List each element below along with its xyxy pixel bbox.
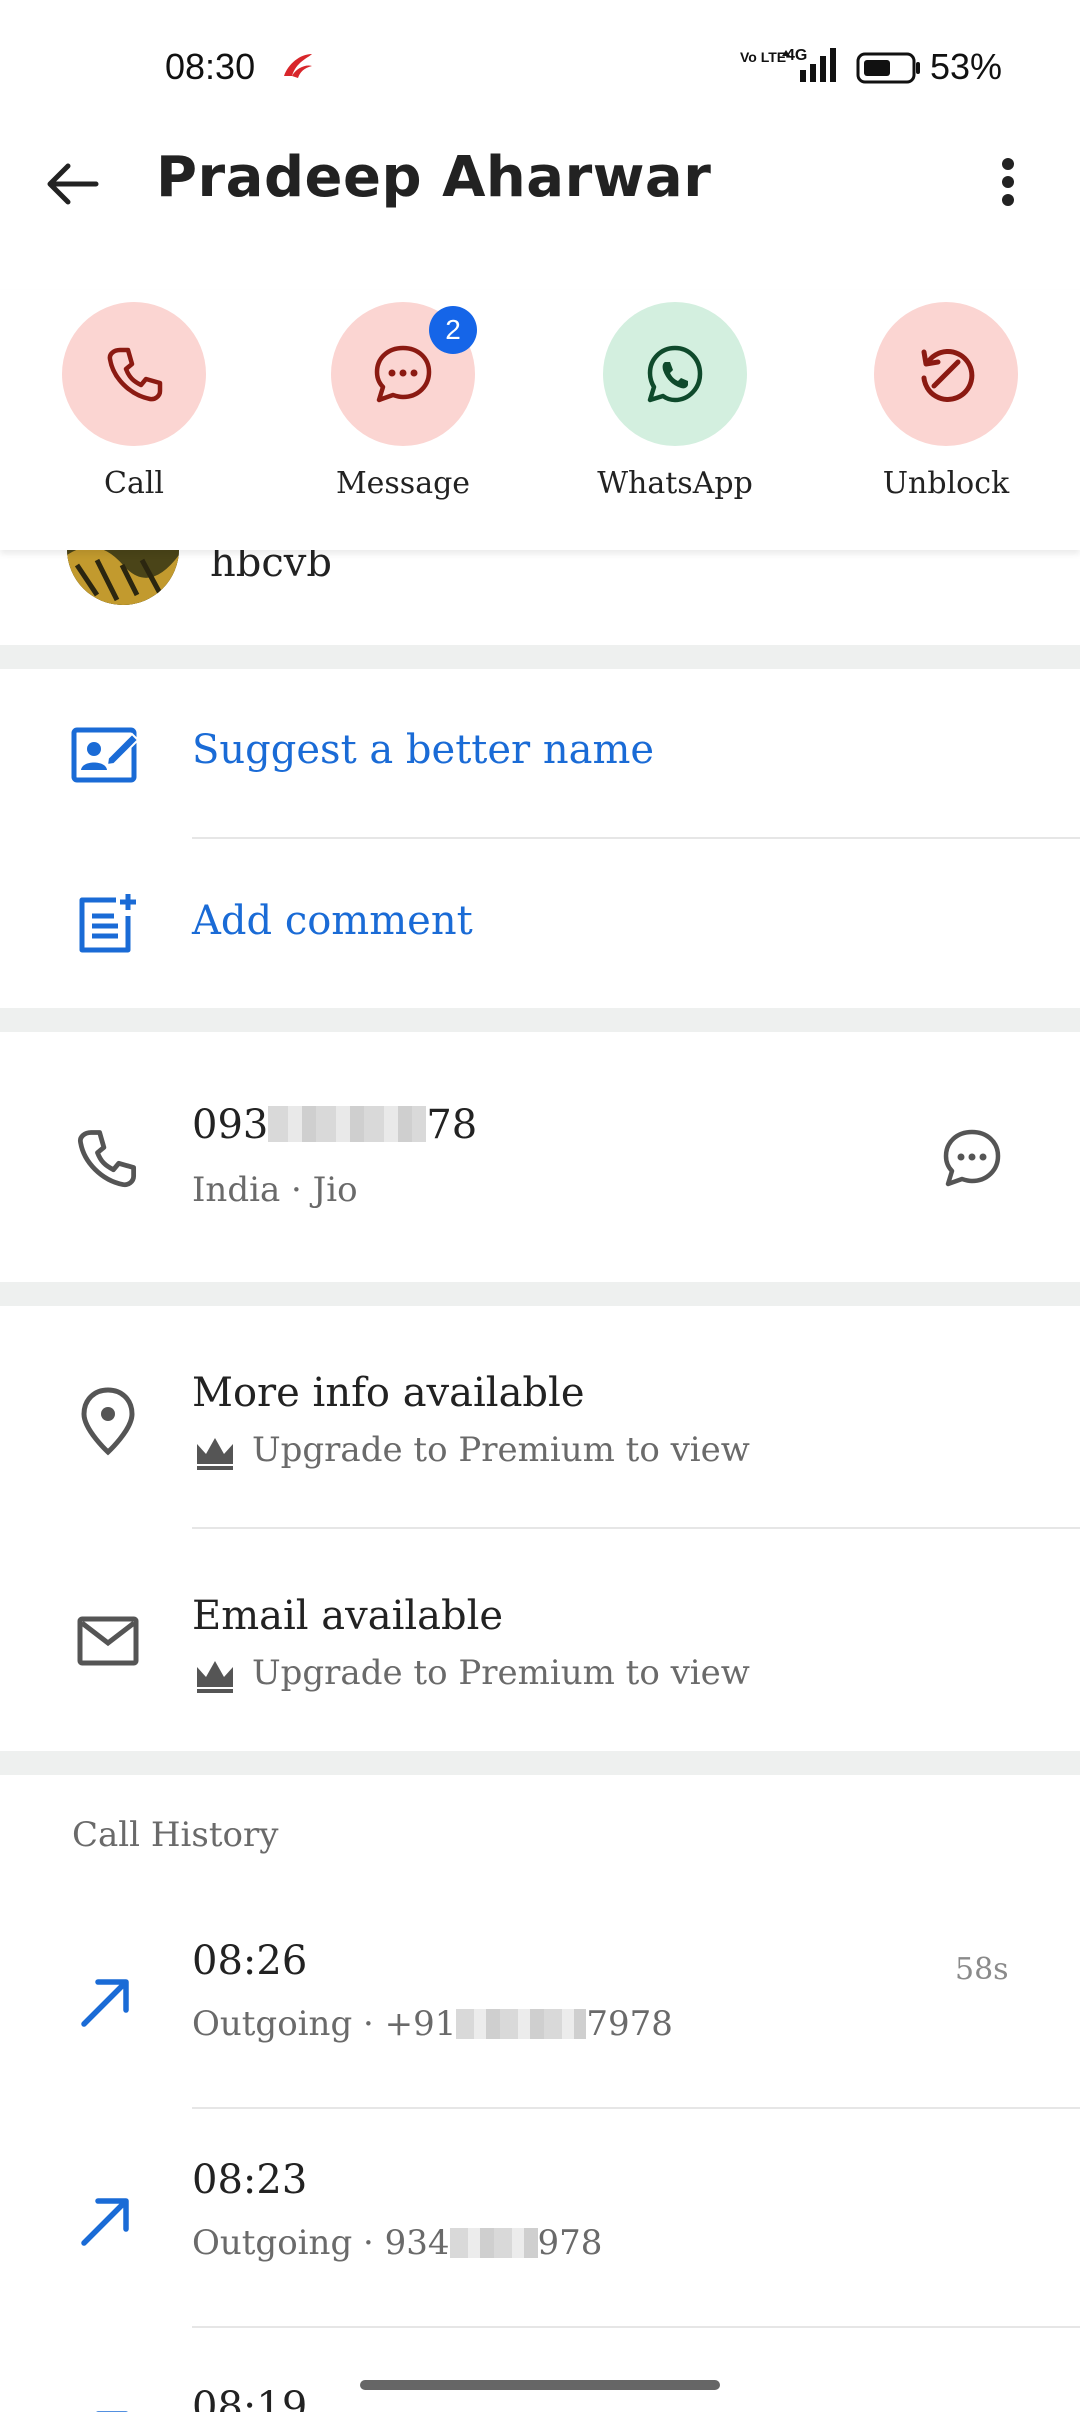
outgoing-call-arrow-icon (81, 1979, 129, 2027)
more-options-icon[interactable] (978, 150, 1038, 214)
unblock-button[interactable]: Unblock (846, 302, 1046, 501)
battery-percent: 53% (930, 46, 1003, 87)
call-time: 08:19 (192, 2384, 308, 2412)
signal-icon: 4G (782, 47, 836, 82)
section-separator (0, 1008, 1080, 1032)
suggest-name-row[interactable]: Suggest a better name (0, 669, 1080, 839)
redacted-number-block (449, 2228, 538, 2258)
unblock-icon (921, 348, 975, 402)
call-duration: 58s (955, 1952, 1009, 1987)
call-time: 08:23 (192, 2157, 308, 2203)
message-count-badge: 2 (429, 306, 477, 354)
call-history-item[interactable]: 08:19 (0, 2328, 1080, 2412)
battery-icon (856, 52, 920, 84)
call-label: Call (103, 466, 165, 501)
unblock-label: Unblock (882, 466, 1010, 501)
phone-icon (78, 1130, 137, 1188)
call-detail-end: 978 (537, 2223, 603, 2263)
more-info-row[interactable]: More info available Upgrade to Premium t… (0, 1306, 1080, 1528)
divider (192, 837, 1080, 839)
outgoing-call-arrow-icon (81, 2198, 129, 2246)
message-button-circle[interactable]: 2 (331, 302, 477, 446)
section-separator (0, 1751, 1080, 1775)
whatsapp-button[interactable]: WhatsApp (575, 302, 775, 501)
status-time: 08:30 (165, 46, 256, 87)
suggest-better-name-link[interactable]: Suggest a better name (192, 727, 654, 773)
call-history-heading: Call History (72, 1815, 279, 1855)
phone-country-carrier: India · Jio (192, 1170, 358, 1210)
back-arrow-icon[interactable] (40, 152, 104, 216)
redacted-number-block (456, 2009, 587, 2039)
edit-contact-card-icon (71, 727, 140, 783)
phone-number-end: 78 (426, 1102, 478, 1148)
add-comment-row[interactable]: Add comment (0, 840, 1080, 1008)
whatsapp-label: WhatsApp (597, 466, 753, 501)
call-history-item[interactable]: 08:26 Outgoing · +91 7978 58s (0, 1890, 1080, 2106)
call-button-circle[interactable] (62, 302, 206, 446)
call-detail-end: 7978 (586, 2004, 673, 2044)
section-separator (0, 645, 1080, 669)
redacted-number-block (268, 1106, 427, 1142)
action-bar: Call 2 Message WhatsApp Unblock (0, 290, 1080, 550)
add-comment-icon (79, 894, 136, 953)
more-info-title: More info available (192, 1370, 585, 1416)
phone-icon (107, 347, 163, 402)
more-info-upgrade[interactable]: Upgrade to Premium to view (252, 1430, 750, 1470)
email-row[interactable]: Email available Upgrade to Premium to vi… (0, 1529, 1080, 1751)
email-upgrade[interactable]: Upgrade to Premium to view (252, 1653, 750, 1693)
message-button[interactable]: 2 Message (303, 302, 503, 501)
phone-number: 093 78 (192, 1102, 477, 1148)
message-label: Message (335, 466, 471, 501)
gesture-nav-bar[interactable] (360, 2380, 720, 2390)
phone-number-start: 093 (192, 1102, 269, 1148)
carrier-logo-icon (284, 54, 312, 78)
call-detail-start: Outgoing · +91 (192, 2004, 457, 2044)
sms-icon[interactable] (940, 1126, 1004, 1190)
chat-bubble-icon (374, 345, 432, 403)
unblock-button-circle[interactable] (874, 302, 1018, 446)
section-separator (0, 1282, 1080, 1306)
call-time: 08:26 (192, 1938, 308, 1984)
premium-crown-icon (197, 1661, 233, 1693)
call-history-item[interactable]: 08:23 Outgoing · 934 978 (0, 2109, 1080, 2325)
premium-crown-icon (197, 1438, 233, 1470)
call-detail: Outgoing · +91 7978 (192, 2004, 673, 2044)
add-comment-link[interactable]: Add comment (192, 898, 473, 944)
whatsapp-icon (647, 345, 703, 403)
call-button[interactable]: Call (34, 302, 234, 501)
whatsapp-button-circle[interactable] (603, 302, 747, 446)
email-title: Email available (192, 1593, 504, 1639)
page-title: Pradeep Aharwar (156, 145, 712, 210)
location-pin-icon (81, 1387, 135, 1456)
status-bar: 08:30 Vo LTE 4G 53% (0, 0, 1080, 140)
outgoing-call-arrow-icon (96, 2411, 128, 2412)
call-detail-start: Outgoing · 934 (192, 2223, 450, 2263)
email-icon (77, 1616, 139, 1666)
call-detail: Outgoing · 934 978 (192, 2223, 602, 2263)
phone-number-row[interactable]: 093 78 India · Jio (0, 1032, 1080, 1282)
